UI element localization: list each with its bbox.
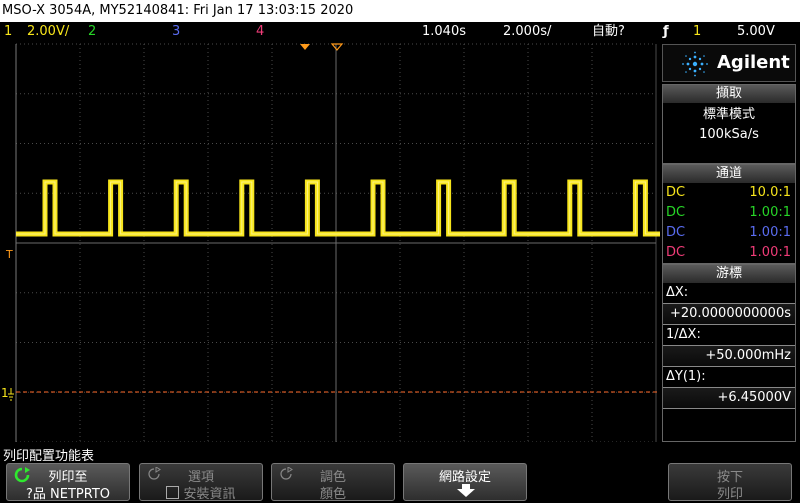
checkbox-icon [166,486,180,499]
acquisition-mode: 標準模式 [702,107,755,122]
install-info-checkbox[interactable]: 安裝資訊 [140,483,262,502]
trigger-level-marker[interactable]: T [5,248,13,261]
acquisition-header: 擷取 [663,85,795,103]
acquisition-section[interactable]: 擷取 標準模式 100kSa/s [662,84,796,164]
ch3-coupling: DC [666,225,686,240]
channel-row-2[interactable]: DC 1.00:1 [663,203,795,223]
network-settings-label: 網路設定 [438,470,491,485]
cursors-header: 游標 [663,265,795,283]
ch3-number[interactable]: 3 [172,22,180,42]
ch1-waveform [16,179,660,237]
delta-y-readout: +6.45000V [717,390,791,405]
channels-section[interactable]: 通道 DC 10.0:1 DC 1.00:1 DC 1.00:1 DC 1.00… [662,164,796,264]
trigger-level[interactable]: 5.00V [737,22,775,42]
ch1-probe: 10.0:1 [749,185,791,200]
press-print-value: 列印 [716,487,743,502]
palette-value: 顏色 [319,487,346,502]
ch2-coupling: DC [666,205,686,220]
inverse-delta-x-value: +50.000mHz [663,345,795,367]
delta-y-label: ΔY(1): [666,369,706,384]
delta-x-value: +20.0000000000s [663,303,795,325]
brand-logo: Agilent [662,44,796,82]
delta-x-label: ΔX: [666,285,689,300]
softkey-menu: 列印配置功能表 列印至 ?品 NETPRTO 選項 安裝資訊 調色 顏色 網路設… [0,442,800,503]
trigger-slope-icon: ƒ [663,24,669,39]
trigger-source[interactable]: 1 [693,22,701,42]
channel-row-3[interactable]: DC 1.00:1 [663,223,795,243]
delta-x-readout: +20.0000000000s [669,306,791,321]
inverse-delta-x-readout: +50.000mHz [705,348,791,363]
ch3-probe: 1.00:1 [749,225,791,240]
ch1-number[interactable]: 1 [4,22,12,42]
waveform-display[interactable]: T 1 [0,42,660,443]
timebase-scale[interactable]: 2.000s/ [503,22,551,42]
options-button[interactable]: 選項 安裝資訊 [139,463,263,502]
ch1-ground-marker[interactable]: 1 [1,386,9,400]
press-print-button[interactable]: 按下 列印 [668,463,792,502]
print-to-button[interactable]: 列印至 ?品 NETPRTO [6,463,130,502]
channel-row-1[interactable]: DC 10.0:1 [663,183,795,203]
ch1-scale[interactable]: 2.00V/ [27,22,69,42]
arrow-down-icon [457,484,475,497]
palette-button[interactable]: 調色 顏色 [271,463,395,502]
print-to-value: ?品 NETPRTO [25,487,110,502]
ch4-coupling: DC [666,245,686,260]
trigger-position-icon[interactable] [300,44,310,50]
channel-row-4[interactable]: DC 1.00:1 [663,243,795,263]
menu-title: 列印配置功能表 [3,449,95,464]
brand-name: Agilent [717,52,790,73]
network-settings-button[interactable]: 網路設定 [403,463,527,501]
delay-marker-icon[interactable] [330,43,344,51]
status-bar: 1 2.00V/ 2 3 4 1.040s 2.000s/ 自動? ƒ 1 5.… [0,22,800,42]
inverse-delta-x-label: 1/ΔX: [666,327,701,342]
ch4-number[interactable]: 4 [256,22,264,42]
install-info-label: 安裝資訊 [183,487,236,502]
cursors-section[interactable]: 游標 ΔX: +20.0000000000s 1/ΔX: +50.000mHz … [662,264,796,442]
sample-rate: 100kSa/s [699,127,759,142]
ch4-probe: 1.00:1 [749,245,791,260]
agilent-spark-icon [682,51,708,77]
side-panel: Agilent 擷取 標準模式 100kSa/s 通道 DC 10.0:1 DC… [660,42,800,442]
trigger-mode[interactable]: 自動? [592,22,625,42]
channels-header: 通道 [663,165,795,183]
ch2-number[interactable]: 2 [88,22,96,42]
waveform-graticule: T 1 [1,43,660,443]
delta-y-value: +6.45000V [663,387,795,409]
ground-icon [8,388,14,401]
ch2-probe: 1.00:1 [749,205,791,220]
ch1-coupling: DC [666,185,686,200]
title-bar: MSO-X 3054A, MY52140841: Fri Jan 17 13:0… [0,0,800,22]
horizontal-delay[interactable]: 1.040s [422,22,466,42]
